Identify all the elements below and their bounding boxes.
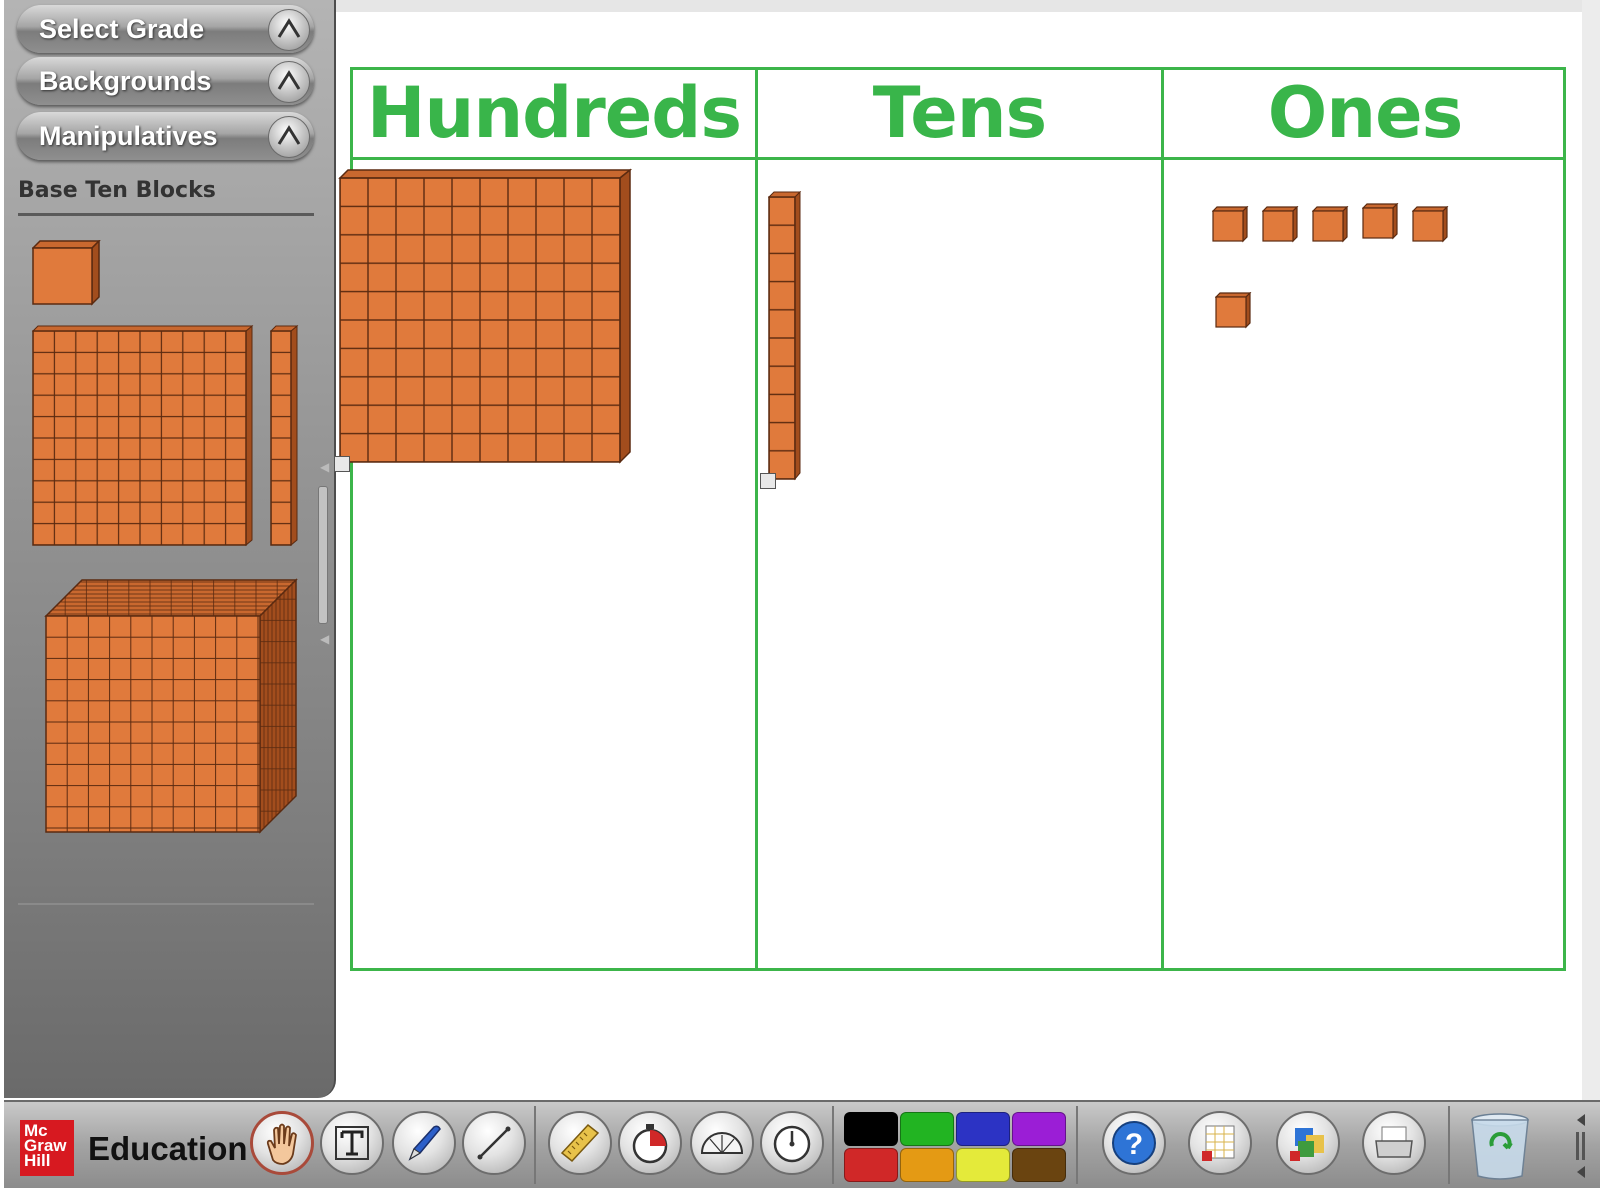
timer-icon	[632, 1124, 668, 1164]
placed-unit-cube[interactable]	[1362, 203, 1400, 241]
top-strip	[330, 0, 1600, 12]
resize-handle[interactable]	[334, 456, 350, 472]
color-swatch-green[interactable]	[900, 1112, 954, 1146]
text-tool-button[interactable]	[320, 1111, 384, 1175]
select-grade-menu[interactable]: Select Grade	[17, 5, 314, 53]
header-divider	[353, 157, 1563, 160]
line-tool-button[interactable]	[462, 1111, 526, 1175]
brand-text: Education	[88, 1130, 248, 1167]
hand-tool-button[interactable]	[250, 1111, 314, 1175]
select-grade-label: Select Grade	[39, 14, 205, 44]
text-icon	[335, 1126, 369, 1160]
svg-text:?: ?	[1125, 1128, 1143, 1161]
chevron-up-icon[interactable]	[268, 9, 310, 51]
palette-rod[interactable]	[270, 325, 300, 551]
clear-manipulatives-icon	[1290, 1128, 1324, 1161]
scroll-down-icon[interactable]: ◀	[320, 632, 329, 646]
section-title: Base Ten Blocks	[18, 178, 216, 203]
clear-background-icon	[1202, 1125, 1235, 1161]
print-icon	[1375, 1126, 1413, 1158]
print-button[interactable]	[1362, 1111, 1426, 1175]
clear-manipulatives-button[interactable]	[1276, 1111, 1340, 1175]
hand-icon	[266, 1123, 297, 1165]
line-icon	[477, 1126, 511, 1160]
palette-scrollbar[interactable]	[318, 486, 328, 624]
placed-unit-cube[interactable]	[1212, 206, 1250, 244]
separator	[1076, 1106, 1078, 1184]
column-header-ones: Ones	[1267, 72, 1463, 154]
separator	[534, 1106, 536, 1184]
manipulatives-menu[interactable]: Manipulatives	[17, 112, 314, 160]
chevron-up-icon[interactable]	[268, 61, 310, 103]
placed-hundred-flat[interactable]	[338, 168, 634, 466]
backgrounds-label: Backgrounds	[39, 66, 212, 96]
placed-unit-cube[interactable]	[1412, 206, 1450, 244]
backgrounds-menu[interactable]: Backgrounds	[17, 57, 314, 105]
placed-unit-cube[interactable]	[1215, 292, 1253, 330]
clear-background-button[interactable]	[1188, 1111, 1252, 1175]
protractor-icon	[700, 1132, 744, 1154]
help-button[interactable]: ?	[1102, 1111, 1166, 1175]
stopwatch-icon	[773, 1125, 811, 1163]
column-divider	[755, 70, 758, 968]
protractor-tool-button[interactable]	[690, 1111, 754, 1175]
palette-unit-cube[interactable]	[32, 240, 104, 308]
placed-ten-rod[interactable]	[768, 191, 802, 483]
placed-unit-cube[interactable]	[1312, 206, 1350, 244]
brand-logo: Mc Graw Hill	[20, 1120, 74, 1176]
sidebar: Select Grade Backgrounds Manipulatives B…	[4, 0, 336, 1098]
scroll-up-icon[interactable]: ◀	[320, 460, 329, 474]
color-swatch-brown[interactable]	[1012, 1148, 1066, 1182]
pen-icon	[408, 1125, 441, 1161]
column-divider	[1161, 70, 1164, 968]
timer-tool-button[interactable]	[618, 1111, 682, 1175]
toolbar-grip-icon[interactable]	[1572, 1110, 1590, 1182]
placed-unit-cube[interactable]	[1262, 206, 1300, 244]
palette-thousand-cube[interactable]	[44, 578, 299, 836]
bottom-toolbar: Mc Graw Hill Education ?	[4, 1100, 1600, 1188]
help-icon: ?	[1112, 1121, 1156, 1165]
ruler-tool-button[interactable]	[548, 1111, 612, 1175]
ruler-icon	[560, 1123, 600, 1163]
divider	[18, 213, 314, 216]
color-swatch-blue[interactable]	[956, 1112, 1010, 1146]
color-swatch-purple[interactable]	[1012, 1112, 1066, 1146]
column-header-hundreds: Hundreds	[366, 72, 742, 154]
color-swatch-orange[interactable]	[900, 1148, 954, 1182]
resize-handle[interactable]	[760, 473, 776, 489]
stopwatch-tool-button[interactable]	[760, 1111, 824, 1175]
chevron-up-icon[interactable]	[268, 116, 310, 158]
separator	[832, 1106, 834, 1184]
divider	[18, 903, 314, 905]
manipulatives-label: Manipulatives	[39, 121, 218, 151]
trash-icon[interactable]	[1464, 1110, 1536, 1182]
pen-tool-button[interactable]	[392, 1111, 456, 1175]
color-swatch-yellow[interactable]	[956, 1148, 1010, 1182]
palette-flat[interactable]	[32, 325, 257, 551]
color-swatch-red[interactable]	[844, 1148, 898, 1182]
color-swatch-black[interactable]	[844, 1112, 898, 1146]
column-header-tens: Tens	[872, 72, 1047, 154]
separator	[1448, 1106, 1450, 1184]
right-strip	[1582, 0, 1600, 1100]
